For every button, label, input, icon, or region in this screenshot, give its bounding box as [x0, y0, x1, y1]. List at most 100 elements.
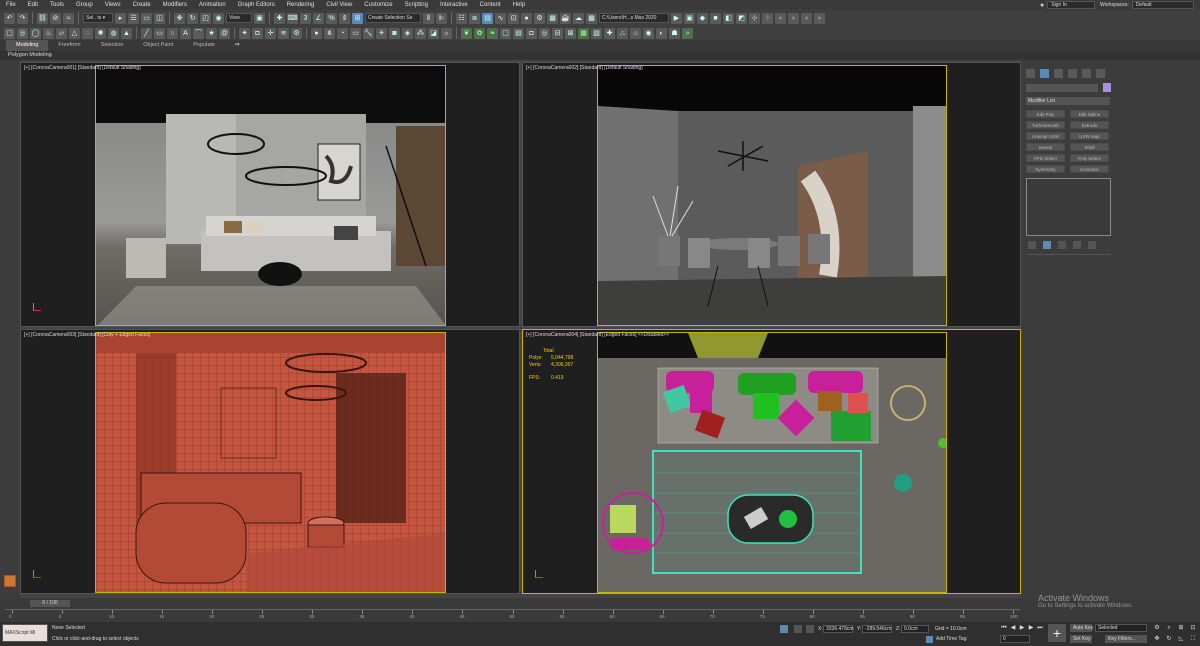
go-to-start-icon[interactable]: ⏮ [1000, 624, 1008, 632]
modifier-button-shell[interactable]: Shell [1070, 143, 1109, 151]
window-crossing-icon[interactable]: ◫ [154, 12, 165, 24]
plugin-icon-10[interactable]: ▦ [578, 27, 589, 39]
rectangle-icon[interactable]: ▭ [154, 27, 165, 39]
select-object-icon[interactable]: ▸ [115, 12, 126, 24]
plugin-icon-16[interactable]: ◐ [656, 27, 667, 39]
track-bar[interactable]: 0 5 10 15 20 25 30 35 40 45 50 55 60 65 70 75 80 85 90 95 10… [5, 609, 1020, 621]
workspace-select[interactable]: Default [1131, 1, 1194, 9]
modifier-button-edit-poly[interactable]: Edit Poly [1026, 110, 1065, 118]
menu-file[interactable]: File [0, 0, 22, 10]
rotate-icon[interactable]: ↻ [187, 12, 198, 24]
ribbon-tab-modeling[interactable]: Modeling [6, 40, 49, 51]
y-coordinate[interactable]: -289.546cm [862, 625, 892, 633]
key-filters-button[interactable]: Key Filters... [1105, 635, 1147, 643]
viewport-camera002[interactable]: [+] [CoronaCamera002] [Standard] [Defaul… [522, 62, 1021, 327]
x-coordinate[interactable]: 3336.478cm [823, 625, 854, 633]
plugin-icon-18[interactable]: » [682, 27, 693, 39]
modifier-button-sweep[interactable]: Sweep [1026, 143, 1065, 151]
menu-create[interactable]: Create [127, 0, 157, 10]
corona-scatter-icon[interactable]: ⁂ [415, 27, 426, 39]
sphere-icon-3[interactable]: ● [801, 12, 812, 24]
sign-in[interactable]: ● Sign In [1040, 0, 1096, 10]
corona-stop-icon[interactable]: ■ [710, 12, 721, 24]
plugin-icon-9[interactable]: ⊠ [565, 27, 576, 39]
edit-named-selection-icon[interactable]: ⊞ [352, 12, 363, 24]
corona-converter-icon[interactable]: ◧ [723, 12, 734, 24]
corona-light-icon[interactable]: ☀ [376, 27, 387, 39]
modifier-stack[interactable] [1026, 178, 1111, 236]
utilities-icon[interactable]: 🔧 [363, 27, 374, 39]
menu-content[interactable]: Content [474, 0, 507, 10]
mirror-icon[interactable]: ⫴ [423, 12, 434, 24]
menu-views[interactable]: Views [99, 0, 127, 10]
zoom-icon[interactable]: ⌕ [1165, 624, 1173, 632]
line-icon[interactable]: ╱ [141, 27, 152, 39]
modifier-button-ffd-select[interactable]: FFD Select [1026, 154, 1065, 162]
walkthrough-icon[interactable]: ⛶ [1189, 635, 1197, 643]
plugin-icon-11[interactable]: ▧ [591, 27, 602, 39]
field-of-view-icon[interactable]: ◺ [1177, 635, 1185, 643]
menu-civil-view[interactable]: Civil View [320, 0, 358, 10]
menu-animation[interactable]: Animation [193, 0, 232, 10]
play-icon[interactable]: ▶ [1018, 624, 1026, 632]
current-frame-field[interactable]: 0 [1000, 635, 1030, 643]
corona-proxy-icon[interactable]: ◈ [402, 27, 413, 39]
align-icon[interactable]: ⊫ [436, 12, 447, 24]
modifier-button-uvw-map[interactable]: UVW Map [1070, 132, 1109, 140]
redo-icon[interactable]: ↷ [17, 12, 28, 24]
modifier-button-symmetry[interactable]: Symmetry [1026, 165, 1065, 173]
teapot-icon[interactable]: ♨ [43, 27, 54, 39]
display-tab-icon[interactable] [1082, 69, 1091, 78]
named-selection-dropdown[interactable]: Create Selection Se [365, 13, 421, 23]
plugin-icon-14[interactable]: ⌂ [630, 27, 641, 39]
plugin-icon-15[interactable]: ◉ [643, 27, 654, 39]
camera-icon[interactable]: ◘ [252, 27, 263, 39]
maximize-viewport-icon[interactable]: ⊡ [1189, 624, 1197, 632]
toggle-scene-explorer-icon[interactable]: ☷ [456, 12, 467, 24]
star-icon[interactable]: ★ [206, 27, 217, 39]
box-icon[interactable]: ▢ [4, 27, 15, 39]
menu-modifiers[interactable]: Modifiers [157, 0, 193, 10]
render-production-icon[interactable]: ☕ [560, 12, 571, 24]
pan-icon[interactable]: ✥ [1153, 635, 1161, 643]
viewport-layout-button[interactable] [4, 575, 16, 587]
selection-filter-dropdown[interactable]: Sel.. ts ▾ [83, 13, 113, 23]
place-icon[interactable]: ◉ [213, 12, 224, 24]
pin-stack-icon[interactable] [1028, 241, 1036, 249]
corona-render-icon[interactable]: ◆ [697, 12, 708, 24]
spacewarp-icon[interactable]: ≋ [278, 27, 289, 39]
motion-tab-icon[interactable] [1068, 69, 1077, 78]
orbit-icon[interactable]: ↻ [1165, 635, 1173, 643]
auto-key-button[interactable]: Auto Key [1070, 624, 1093, 632]
helper-icon[interactable]: ✛ [265, 27, 276, 39]
menu-graph-editors[interactable]: Graph Editors [232, 0, 281, 10]
motion-icon[interactable]: ◔ [337, 27, 348, 39]
rendered-frame-window-icon[interactable]: ▦ [547, 12, 558, 24]
a360-gallery-icon[interactable]: ▩ [586, 12, 597, 24]
modify-tab-icon[interactable] [1040, 69, 1049, 78]
viewport-label[interactable]: [+] [CoronaCamera001] [Standard] [Defaul… [24, 65, 141, 71]
plugin-icon-7[interactable]: ◎ [539, 27, 550, 39]
object-color-swatch[interactable] [1103, 83, 1111, 92]
modifier-button-unwrap-uvw[interactable]: Unwrap UVW [1026, 132, 1065, 140]
menu-scripting[interactable]: Scripting [399, 0, 434, 10]
menu-group[interactable]: Group [70, 0, 99, 10]
text-shape-icon[interactable]: A [180, 27, 191, 39]
display-icon[interactable]: ▭ [350, 27, 361, 39]
plugin-icon-6[interactable]: ◘ [526, 27, 537, 39]
move-icon[interactable]: ✥ [174, 12, 185, 24]
next-frame-icon[interactable]: ▶ [1027, 624, 1035, 632]
sphere-icon-4[interactable]: ● [814, 12, 825, 24]
plugin-icon-4[interactable]: ▢ [500, 27, 511, 39]
ribbon-tab-populate[interactable]: Populate [183, 40, 225, 51]
systems-icon[interactable]: ⚙ [291, 27, 302, 39]
circle-icon[interactable]: ○ [167, 27, 178, 39]
go-to-end-icon[interactable]: ⏭ [1036, 624, 1044, 632]
material-editor-icon[interactable]: ● [521, 12, 532, 24]
modifier-button-crosssec[interactable]: CrossSec [1070, 165, 1109, 173]
select-and-manipulate-icon[interactable]: ✚ [274, 12, 285, 24]
plane-icon[interactable]: ▱ [56, 27, 67, 39]
toggle-ribbon-icon[interactable]: ▤ [482, 12, 493, 24]
time-tag-icon[interactable] [926, 636, 933, 643]
set-key-big-button[interactable]: + [1048, 624, 1066, 642]
